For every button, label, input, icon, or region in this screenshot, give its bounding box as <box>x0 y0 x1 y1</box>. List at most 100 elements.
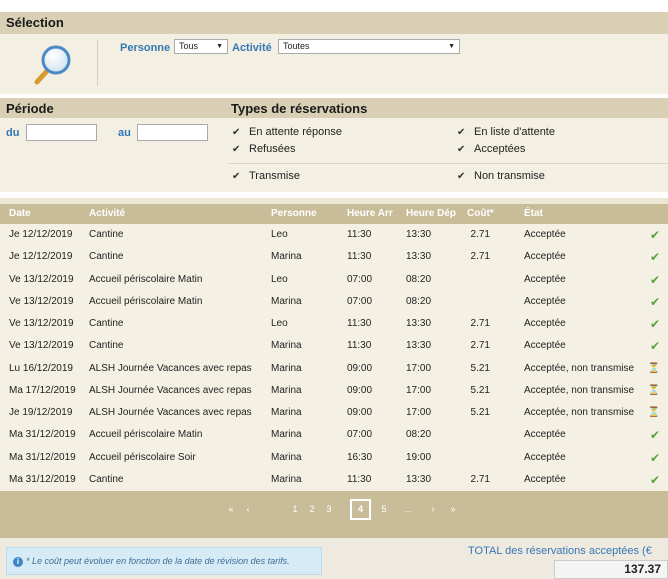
cell-personne: Marina <box>271 251 302 263</box>
cell-activite: Accueil périscolaire Matin <box>89 429 203 441</box>
cell-etat: Acceptée <box>524 251 566 263</box>
table-row[interactable]: Ve 13/12/2019 Cantine Marina 11:30 13:30 2.71… <box>0 335 668 357</box>
table-row[interactable]: Lu 16/12/2019 ALSH Journée Vacances avec … <box>0 358 668 380</box>
cell-date: Ve 13/12/2019 <box>9 295 74 307</box>
cell-personne: Leo <box>271 318 288 329</box>
check-icon: ✔ <box>649 250 660 265</box>
table-row[interactable]: Ve 13/12/2019 Cantine Leo 11:30 13:30 2.71 Acc… <box>0 313 668 335</box>
cell-heure-arr: 11:30 <box>347 340 372 352</box>
checkbox-checked-icon[interactable]: ✔ <box>232 127 244 138</box>
au-label: au <box>118 127 131 139</box>
cell-etat: Acceptée, non transmise <box>524 384 635 396</box>
pagination-prev[interactable]: ‹ <box>241 500 255 519</box>
magnifier-icon[interactable] <box>34 42 74 86</box>
cell-heure-dep: 08:20 <box>406 273 432 285</box>
total-value: 137.37 <box>554 560 668 579</box>
cell-cout: 2.71 <box>470 340 490 352</box>
type-transmise[interactable]: ✔ Transmise <box>232 170 300 182</box>
type-non-transmise[interactable]: ✔ Non transmise <box>457 170 545 182</box>
type-label: Non transmise <box>474 170 545 182</box>
table-row[interactable]: Ma 31/12/2019 Accueil périscolaire Soir Ma… <box>0 447 668 469</box>
table-row[interactable]: Je 12/12/2019 Cantine Marina 11:30 13:30 2.71… <box>0 246 668 268</box>
cell-heure-arr: 11:30 <box>347 473 372 485</box>
hourglass-icon: ⏳ <box>647 384 660 396</box>
col-activite[interactable]: Activité <box>89 204 125 224</box>
check-icon: ✔ <box>649 228 660 242</box>
col-heure-arr[interactable]: Heure Arr <box>347 204 393 224</box>
cell-personne: Marina <box>271 340 302 352</box>
cell-heure-dep: 17:00 <box>406 384 432 396</box>
pagination-next[interactable]: › <box>426 500 440 519</box>
cost-note-text: * Le coût peut évoluer en fonction de la… <box>26 556 290 566</box>
cost-note: i * Le coût peut évoluer en fonction de l… <box>6 547 322 575</box>
activite-select-value: Toutes <box>283 41 310 51</box>
activite-select[interactable]: Toutes ▼ <box>278 39 460 54</box>
personne-select[interactable]: Tous ▼ <box>174 39 228 54</box>
cell-activite: ALSH Journée Vacances avec repas <box>89 384 252 396</box>
pagination-page-5[interactable]: 5 <box>377 500 391 519</box>
du-label: du <box>6 127 20 139</box>
cell-heure-dep: 13:30 <box>406 340 432 352</box>
personne-label: Personne <box>120 42 171 54</box>
table-row[interactable]: Ve 13/12/2019 Accueil périscolaire Matin M… <box>0 291 668 313</box>
checkbox-checked-icon[interactable]: ✔ <box>457 171 469 182</box>
date-au-input[interactable] <box>137 124 208 141</box>
cell-heure-arr: 09:00 <box>347 362 373 374</box>
table-header: Date Activité Personne Heure Arr Heure D… <box>0 204 668 224</box>
checkbox-checked-icon[interactable]: ✔ <box>457 127 469 138</box>
table-row[interactable]: Ma 17/12/2019 ALSH Journée Vacances avec … <box>0 380 668 402</box>
pagination-ellipsis: ... <box>404 504 412 514</box>
table-row[interactable]: Ve 13/12/2019 Accueil périscolaire Matin L… <box>0 269 668 291</box>
pagination-page-3[interactable]: 3 <box>322 500 336 519</box>
type-en-liste-attente[interactable]: ✔ En liste d'attente <box>457 126 555 138</box>
col-etat[interactable]: État <box>524 204 543 224</box>
cell-etat: Acceptée <box>524 273 566 285</box>
total-label: TOTAL des réservations acceptées (€ <box>468 545 652 557</box>
check-icon: ✔ <box>649 317 660 331</box>
checkbox-checked-icon[interactable]: ✔ <box>457 144 469 155</box>
checkbox-checked-icon[interactable]: ✔ <box>232 144 244 155</box>
type-acceptees[interactable]: ✔ Acceptées <box>457 143 525 155</box>
cell-personne: Marina <box>271 429 302 441</box>
pagination-first[interactable]: « <box>224 500 238 519</box>
personne-select-value: Tous <box>179 41 199 51</box>
cell-cout: 2.71 <box>470 229 490 240</box>
cell-activite: Accueil périscolaire Matin <box>89 295 203 307</box>
pagination-last[interactable]: » <box>446 500 460 519</box>
cell-personne: Marina <box>271 295 302 307</box>
cell-heure-dep: 13:30 <box>406 251 432 263</box>
cell-heure-dep: 19:00 <box>406 451 432 463</box>
table-row[interactable]: Ma 31/12/2019 Accueil périscolaire Matin M… <box>0 424 668 446</box>
cell-heure-arr: 11:30 <box>347 318 372 329</box>
check-icon: ✔ <box>649 450 660 465</box>
col-cout[interactable]: Coût* <box>467 204 494 224</box>
cell-etat: Acceptée <box>524 451 566 463</box>
table-row[interactable]: Ma 31/12/2019 Cantine Marina 11:30 13:30 2.71… <box>0 469 668 491</box>
cell-activite: Cantine <box>89 229 124 240</box>
cell-activite: Cantine <box>89 340 124 352</box>
col-heure-dep[interactable]: Heure Dép <box>406 204 456 224</box>
cell-heure-dep: 13:30 <box>406 318 432 329</box>
cell-heure-arr: 07:00 <box>347 429 373 441</box>
col-personne[interactable]: Personne <box>271 204 317 224</box>
hourglass-icon: ⏳ <box>647 362 660 374</box>
table-row[interactable]: Je 19/12/2019 ALSH Journée Vacances avec … <box>0 402 668 424</box>
type-label: Refusées <box>249 143 296 155</box>
cell-personne: Marina <box>271 451 302 463</box>
checkbox-checked-icon[interactable]: ✔ <box>232 171 244 182</box>
activite-label: Activité <box>232 42 272 54</box>
table-body: Je 12/12/2019 Cantine Leo 11:30 13:30 2.71 Acc… <box>0 224 668 491</box>
pagination-page-current[interactable]: 4 <box>350 499 371 520</box>
cell-etat: Acceptée, non transmise <box>524 407 635 418</box>
type-refusees[interactable]: ✔ Refusées <box>232 143 295 155</box>
col-date[interactable]: Date <box>9 204 31 224</box>
date-du-input[interactable] <box>26 124 97 141</box>
cell-heure-dep: 17:00 <box>406 407 432 418</box>
chevron-down-icon: ▼ <box>216 43 223 50</box>
pagination-page-1[interactable]: 1 <box>288 500 302 519</box>
pagination-page-2[interactable]: 2 <box>305 500 319 519</box>
type-en-attente-reponse[interactable]: ✔ En attente réponse <box>232 126 342 138</box>
cell-date: Ma 17/12/2019 <box>9 384 76 396</box>
table-row[interactable]: Je 12/12/2019 Cantine Leo 11:30 13:30 2.71 Acc… <box>0 224 668 246</box>
cell-date: Ve 13/12/2019 <box>9 340 74 352</box>
